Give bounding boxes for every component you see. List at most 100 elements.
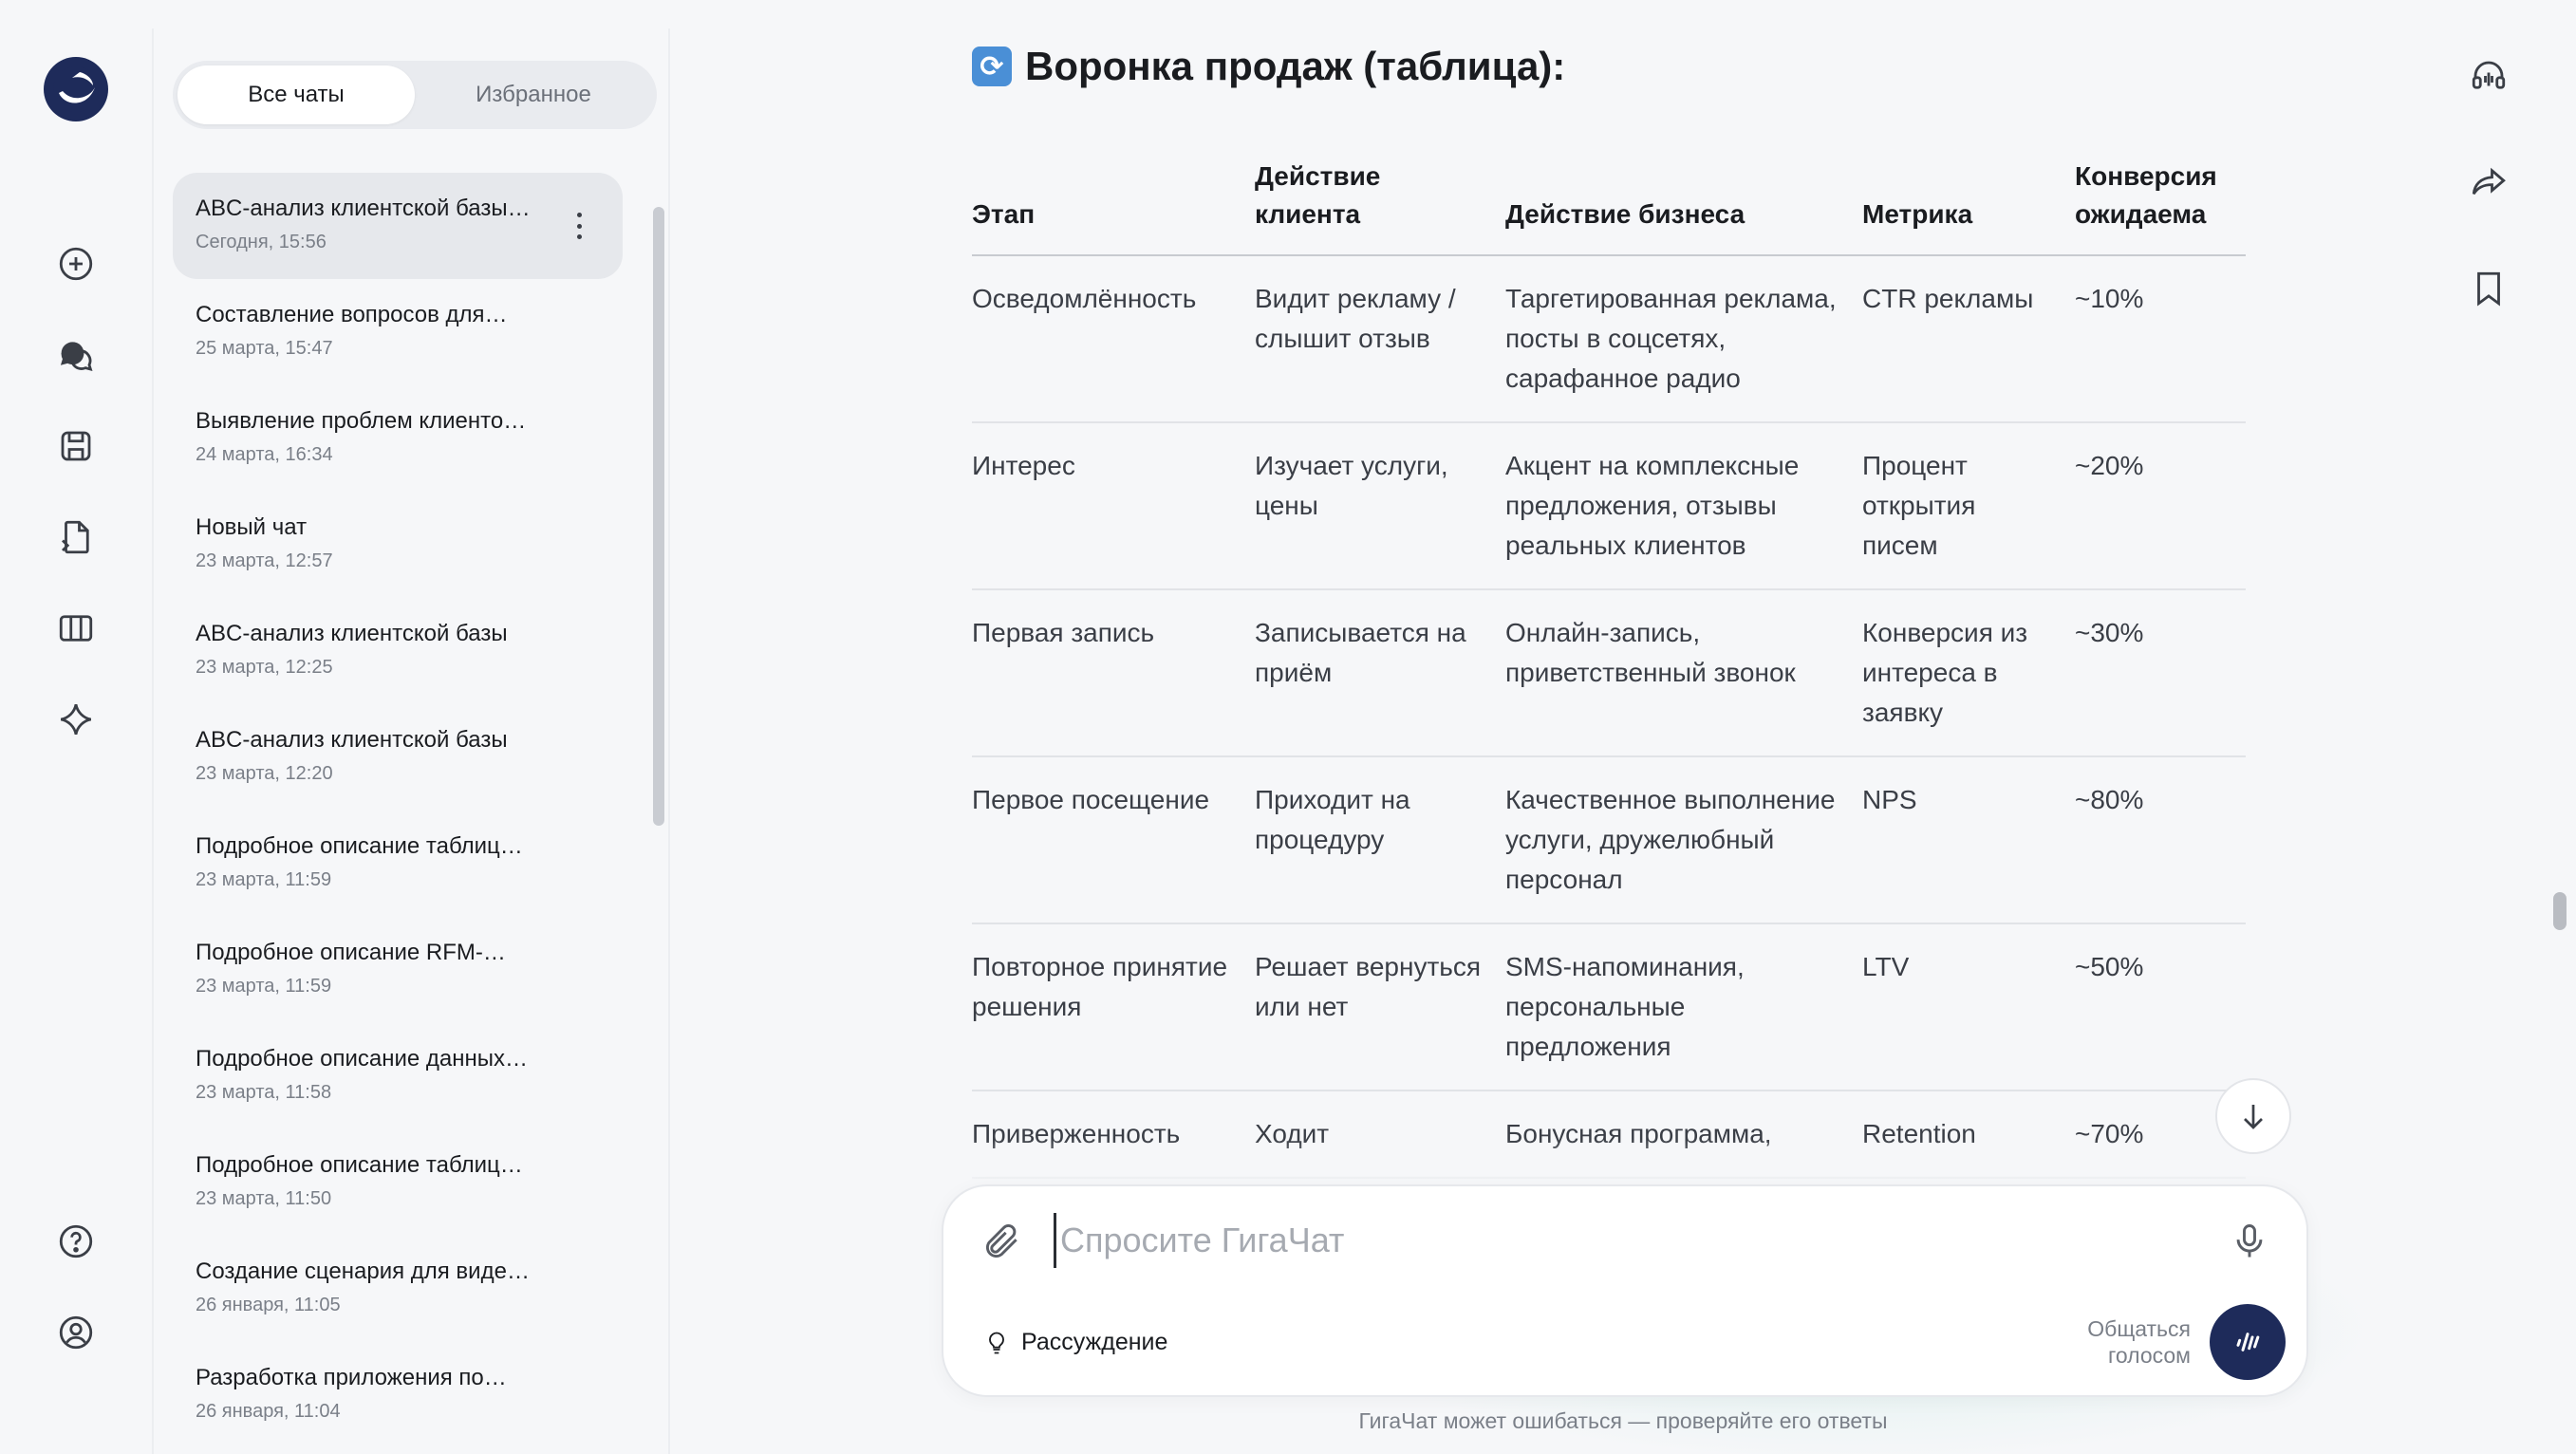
chat-item-date: 23 марта, 11:50 xyxy=(196,1188,332,1209)
saved-icon[interactable] xyxy=(51,421,101,471)
chat-item-date: 25 марта, 15:47 xyxy=(196,338,333,359)
table-cell: Первая запись xyxy=(972,589,1255,757)
table-cell: Приходит на процедуру xyxy=(1255,756,1505,924)
table-cell: SMS-напоминания, персональные предложени… xyxy=(1505,923,1862,1091)
scroll-down-button[interactable] xyxy=(2215,1078,2291,1154)
chat-list-scrollbar[interactable] xyxy=(653,173,664,1454)
table-header-cell: Этап xyxy=(972,158,1255,256)
section-title: ⟳ Воронка продаж (таблица): xyxy=(972,44,1565,89)
chat-item[interactable]: Создание сценария для виде… 26 января, 1… xyxy=(173,1236,623,1342)
table-cell: Качественное выполнение услуги, дружелюб… xyxy=(1505,756,1862,924)
lightbulb-icon xyxy=(989,1332,1004,1353)
chat-item[interactable]: ABC-анализ клиентской базы 23 марта, 12:… xyxy=(173,704,623,811)
chat-item-date: 23 марта, 11:59 xyxy=(196,869,332,890)
tab-favorites[interactable]: Избранное xyxy=(415,65,652,124)
sparkle-icon[interactable] xyxy=(51,695,101,744)
chat-item-title: ABC-анализ клиентской базы… xyxy=(196,196,531,221)
chat-item[interactable]: ABC-анализ клиентской базы… Сегодня, 15:… xyxy=(173,173,623,279)
table-cell: Осведомлённость xyxy=(972,255,1255,423)
chat-item-title: Создание сценария для виде… xyxy=(196,1258,530,1284)
voice-chat-label: Общаться голосом xyxy=(2087,1316,2191,1368)
table-cell: Решает вернуться или нет xyxy=(1255,923,1505,1091)
new-chat-icon[interactable] xyxy=(51,239,101,289)
attach-icon[interactable] xyxy=(981,1221,1023,1262)
chat-item-title: ABC-анализ клиентской базы xyxy=(196,727,508,753)
table-header-cell: Метрика xyxy=(1862,158,2075,256)
table-cell: CTR рекламы xyxy=(1862,255,2075,423)
chat-item-date: 23 марта, 12:25 xyxy=(196,657,333,678)
table-cell: ~30% xyxy=(2075,589,2246,757)
chat-item[interactable]: Подробное описание RFM-… 23 марта, 11:59 xyxy=(173,917,623,1023)
table-cell: Изучает услуги, цены xyxy=(1255,422,1505,590)
table-row: Повторное принятие решения Решает вернут… xyxy=(972,923,2246,1091)
chat-filter-tabs: Все чаты Избранное xyxy=(173,61,657,129)
reasoning-toggle[interactable]: Рассуждение xyxy=(983,1329,1167,1356)
disclaimer-text: ГигаЧат может ошибаться — проверяйте его… xyxy=(1358,1408,1888,1433)
chat-item-title: Составление вопросов для… xyxy=(196,302,508,327)
tab-all-chats[interactable]: Все чаты xyxy=(177,65,415,124)
scrollbar-thumb[interactable] xyxy=(653,207,664,826)
chat-item-date: 26 января, 11:04 xyxy=(196,1401,341,1422)
chat-item[interactable]: Подробное описание таблиц… 23 марта, 11:… xyxy=(173,1129,623,1236)
chat-item-title: Выявление проблем клиенто… xyxy=(196,408,527,434)
logo-icon[interactable] xyxy=(44,57,108,121)
table-cell: Интерес xyxy=(972,422,1255,590)
chat-item-title: ABC-анализ клиентской базы xyxy=(196,621,508,646)
chat-item-date: 23 марта, 11:59 xyxy=(196,976,332,997)
table-cell: ~50% xyxy=(2075,923,2246,1091)
chat-item[interactable]: Составление вопросов для… 25 марта, 15:4… xyxy=(173,279,623,385)
table-cell: ~80% xyxy=(2075,756,2246,924)
bookmark-icon[interactable] xyxy=(2464,264,2513,313)
profile-icon[interactable] xyxy=(51,1308,101,1357)
chat-item[interactable]: Новый чат 23 марта, 12:57 xyxy=(173,492,623,598)
share-icon[interactable] xyxy=(2464,158,2513,207)
table-cell: Первое посещение xyxy=(972,756,1255,924)
table-cell: Процент открытия писем xyxy=(1862,422,2075,590)
table-cell: Акцент на комплексные предложения, отзыв… xyxy=(1505,422,1862,590)
table-row: Первая запись Записывается на приём Онла… xyxy=(972,589,2246,757)
chat-list-panel: Все чаты Избранное ABC-анализ клиентской… xyxy=(152,28,670,1454)
more-options-icon[interactable] xyxy=(575,213,583,239)
chat-item-date: 23 марта, 12:57 xyxy=(196,550,333,571)
chat-item[interactable]: Выявление проблем клиенто… 24 марта, 16:… xyxy=(173,385,623,492)
chat-item-date: 23 марта, 11:58 xyxy=(196,1082,332,1103)
refresh-emoji-icon: ⟳ xyxy=(972,47,1012,86)
table-header-cell: Конверсия ожидаема xyxy=(2075,158,2246,256)
table-header-cell: Действие бизнеса xyxy=(1505,158,1862,256)
chats-icon[interactable] xyxy=(51,330,101,380)
chat-item-title: Новый чат xyxy=(196,514,308,540)
icon-rail xyxy=(0,0,152,1454)
table-cell: Таргетированная реклама, посты в соцсетя… xyxy=(1505,255,1862,423)
chat-item-title: Подробное описание RFM-… xyxy=(196,940,506,965)
files-icon[interactable] xyxy=(51,513,101,562)
chat-item-title: Подробное описание таблиц… xyxy=(196,833,523,859)
page-scrollbar-thumb[interactable] xyxy=(2553,892,2567,930)
chat-main-area: ⟳ Воронка продаж (таблица): Этап Действи… xyxy=(670,0,2576,1454)
chat-item[interactable]: ABC-анализ клиентской базы 23 марта, 12:… xyxy=(173,598,623,704)
table-header-cell: Действие клиента xyxy=(1255,158,1505,256)
table-cell: Записывается на приём xyxy=(1255,589,1505,757)
library-icon[interactable] xyxy=(51,604,101,653)
chat-item[interactable]: Подробное описание данных… 23 марта, 11:… xyxy=(173,1023,623,1129)
sales-funnel-table: Этап Действие клиента Действие бизнеса М… xyxy=(972,158,2246,1179)
chat-list: ABC-анализ клиентской базы… Сегодня, 15:… xyxy=(173,173,623,1454)
voice-wave-icon xyxy=(2236,1333,2260,1351)
microphone-icon[interactable] xyxy=(2229,1219,2270,1264)
help-icon[interactable] xyxy=(51,1217,101,1266)
table-cell: ~20% xyxy=(2075,422,2246,590)
chat-item-date: 23 марта, 12:20 xyxy=(196,763,333,784)
voice-chat-button[interactable] xyxy=(2210,1304,2286,1380)
table-cell: Видит рекламу / слышит отзыв xyxy=(1255,255,1505,423)
message-input[interactable] xyxy=(1054,1213,2174,1268)
table-cell: NPS xyxy=(1862,756,2075,924)
table-cell: LTV xyxy=(1862,923,2075,1091)
chat-item[interactable]: Разработка приложения по… 26 января, 11:… xyxy=(173,1342,623,1448)
arrow-down-icon xyxy=(2244,1105,2263,1129)
chat-item-title: Разработка приложения по… xyxy=(196,1365,507,1390)
headset-icon[interactable] xyxy=(2464,51,2513,101)
table-row: Осведомлённость Видит рекламу / слышит о… xyxy=(972,255,2246,423)
table-row: Интерес Изучает услуги, цены Акцент на к… xyxy=(972,422,2246,590)
reasoning-label: Рассуждение xyxy=(1021,1329,1168,1355)
message-composer: Рассуждение Общаться голосом xyxy=(942,1184,2308,1397)
chat-item[interactable]: Подробное описание таблиц… 23 марта, 11:… xyxy=(173,811,623,917)
